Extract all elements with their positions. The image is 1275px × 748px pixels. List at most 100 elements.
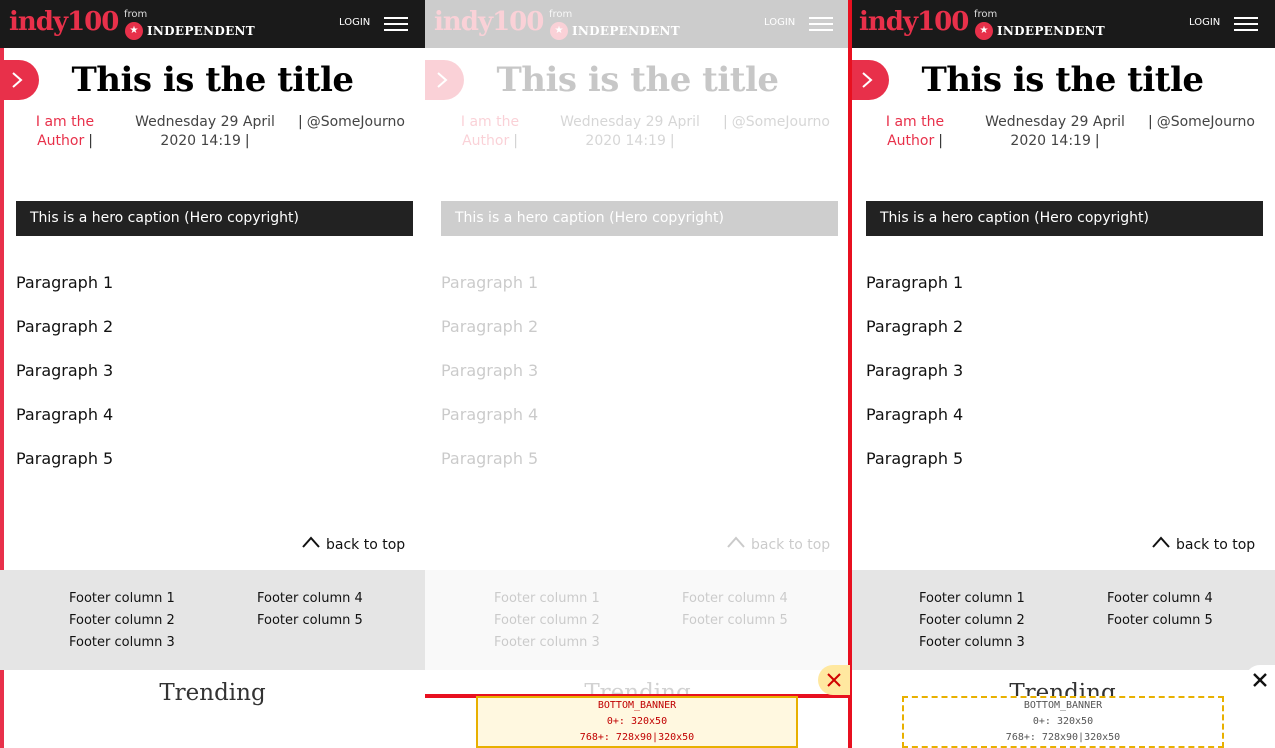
preview-panel-right: indy100 from ★ INDEPENDENT LOGIN This is… <box>850 0 1275 748</box>
footer-link[interactable]: Footer column 1 <box>494 591 600 606</box>
chevron-up-icon <box>302 536 320 548</box>
independent-eagle-icon: ★ <box>550 22 568 40</box>
publish-date: Wednesday 29 April 2020 14:19 | <box>555 113 705 151</box>
login-link[interactable]: LOGIN <box>764 17 795 28</box>
footer-link[interactable]: Footer column 1 <box>919 591 1025 606</box>
footer-link[interactable]: Footer column 5 <box>1107 613 1213 628</box>
back-to-top-label[interactable]: back to top <box>1176 537 1255 553</box>
paragraph: Paragraph 4 <box>16 405 114 424</box>
independent-logo[interactable]: INDEPENDENT <box>147 24 255 38</box>
paragraph: Paragraph 4 <box>441 405 539 424</box>
hero-caption: This is a hero caption (Hero copyright) <box>866 201 1263 236</box>
top-navigation-bar: indy100 from ★ INDEPENDENT LOGIN <box>850 0 1275 48</box>
hamburger-menu-icon[interactable] <box>809 15 833 33</box>
footer-link[interactable]: Footer column 3 <box>919 635 1025 650</box>
footer-link[interactable]: Footer column 3 <box>494 635 600 650</box>
separator: | <box>723 114 728 130</box>
article-title: This is the title <box>71 60 354 100</box>
separator: | <box>513 133 518 149</box>
footer-link[interactable]: Footer column 2 <box>69 613 175 628</box>
author-name[interactable]: I am the Author <box>886 114 944 149</box>
paragraph: Paragraph 5 <box>441 449 539 468</box>
author-name[interactable]: I am the Author <box>36 114 94 149</box>
separator: | <box>938 133 943 149</box>
independent-logo[interactable]: INDEPENDENT <box>997 24 1105 38</box>
trending-heading: Trending <box>159 680 266 706</box>
article-title: This is the title <box>496 60 779 100</box>
footer-link[interactable]: Footer column 2 <box>919 613 1025 628</box>
close-icon <box>827 673 841 687</box>
indy100-logo[interactable]: indy100 <box>859 7 969 37</box>
footer-link[interactable]: Footer column 4 <box>257 591 363 606</box>
bottom-banner-ad-middle[interactable]: BOTTOM_BANNER 0+: 320x50 768+: 728x90|32… <box>476 696 798 748</box>
close-banner-button[interactable] <box>1245 665 1275 695</box>
footer: Footer column 1 Footer column 2 Footer c… <box>425 570 850 670</box>
separator: | <box>88 133 93 149</box>
separator: | <box>1094 133 1100 149</box>
paragraph: Paragraph 1 <box>441 273 539 292</box>
chevron-up-icon <box>1152 536 1170 548</box>
author-name[interactable]: I am the Author <box>461 114 519 149</box>
paragraph: Paragraph 2 <box>16 317 114 336</box>
paragraph: Paragraph 3 <box>441 361 539 380</box>
preview-panel-left: indy100 from ★ INDEPENDENT LOGIN This is… <box>0 0 425 748</box>
footer-link[interactable]: Footer column 4 <box>1107 591 1213 606</box>
twitter-handle-text[interactable]: @SomeJourno <box>732 114 830 130</box>
author-byline[interactable]: I am the Author | <box>880 113 950 151</box>
paragraph: Paragraph 1 <box>16 273 114 292</box>
twitter-handle[interactable]: | @SomeJourno <box>723 113 843 132</box>
banner-size-small: 0+: 320x50 <box>606 716 668 727</box>
from-label: from <box>124 9 148 20</box>
twitter-handle[interactable]: | @SomeJourno <box>298 113 418 132</box>
hamburger-menu-icon[interactable] <box>1234 15 1258 33</box>
top-navigation-bar: indy100 from ★ INDEPENDENT LOGIN <box>0 0 425 48</box>
independent-eagle-icon: ★ <box>125 22 143 40</box>
login-link[interactable]: LOGIN <box>339 17 370 28</box>
bottom-banner-ad-right[interactable]: BOTTOM_BANNER 0+: 320x50 768+: 728x90|32… <box>902 696 1224 748</box>
top-navigation-bar: indy100 from ★ INDEPENDENT LOGIN <box>425 0 850 48</box>
footer-link[interactable]: Footer column 1 <box>69 591 175 606</box>
separator: | <box>1148 114 1153 130</box>
author-byline[interactable]: I am the Author | <box>455 113 525 151</box>
twitter-handle-text[interactable]: @SomeJourno <box>1157 114 1255 130</box>
independent-eagle-icon: ★ <box>975 22 993 40</box>
chevron-up-icon <box>727 536 745 548</box>
separator: | <box>244 133 250 149</box>
paragraph: Paragraph 3 <box>866 361 964 380</box>
footer-link[interactable]: Footer column 3 <box>69 635 175 650</box>
indy100-logo[interactable]: indy100 <box>434 7 544 37</box>
login-link[interactable]: LOGIN <box>1189 17 1220 28</box>
independent-logo[interactable]: INDEPENDENT <box>572 24 680 38</box>
footer: Footer column 1 Footer column 2 Footer c… <box>0 570 425 670</box>
article-title: This is the title <box>921 60 1204 100</box>
footer-link[interactable]: Footer column 4 <box>682 591 788 606</box>
hero-caption: This is a hero caption (Hero copyright) <box>16 201 413 236</box>
back-to-top-label[interactable]: back to top <box>751 537 830 553</box>
paragraph: Paragraph 2 <box>441 317 539 336</box>
twitter-handle[interactable]: | @SomeJourno <box>1148 113 1268 132</box>
publish-date: Wednesday 29 April 2020 14:19 | <box>980 113 1130 151</box>
from-label: from <box>974 9 998 20</box>
footer-link[interactable]: Footer column 5 <box>257 613 363 628</box>
banner-slot-name: BOTTOM_BANNER <box>597 700 677 711</box>
preview-panel-middle: indy100 from ★ INDEPENDENT LOGIN This is… <box>425 0 850 748</box>
publish-date: Wednesday 29 April 2020 14:19 | <box>130 113 280 151</box>
banner-slot-name: BOTTOM_BANNER <box>1023 700 1103 711</box>
banner-size-small: 0+: 320x50 <box>1032 716 1094 727</box>
from-label: from <box>549 9 573 20</box>
footer-link[interactable]: Footer column 5 <box>682 613 788 628</box>
publish-date-text: Wednesday 29 April 2020 14:19 <box>560 114 700 149</box>
close-banner-button-middle[interactable] <box>818 665 850 695</box>
publish-date-text: Wednesday 29 April 2020 14:19 <box>135 114 275 149</box>
paragraph: Paragraph 4 <box>866 405 964 424</box>
footer-link[interactable]: Footer column 2 <box>494 613 600 628</box>
twitter-handle-text[interactable]: @SomeJourno <box>307 114 405 130</box>
back-to-top-label[interactable]: back to top <box>326 537 405 553</box>
paragraph: Paragraph 1 <box>866 273 964 292</box>
indy100-logo[interactable]: indy100 <box>9 7 119 37</box>
hamburger-menu-icon[interactable] <box>384 15 408 33</box>
footer: Footer column 1 Footer column 2 Footer c… <box>850 570 1275 670</box>
paragraph: Paragraph 2 <box>866 317 964 336</box>
author-byline[interactable]: I am the Author | <box>30 113 100 151</box>
separator: | <box>298 114 303 130</box>
